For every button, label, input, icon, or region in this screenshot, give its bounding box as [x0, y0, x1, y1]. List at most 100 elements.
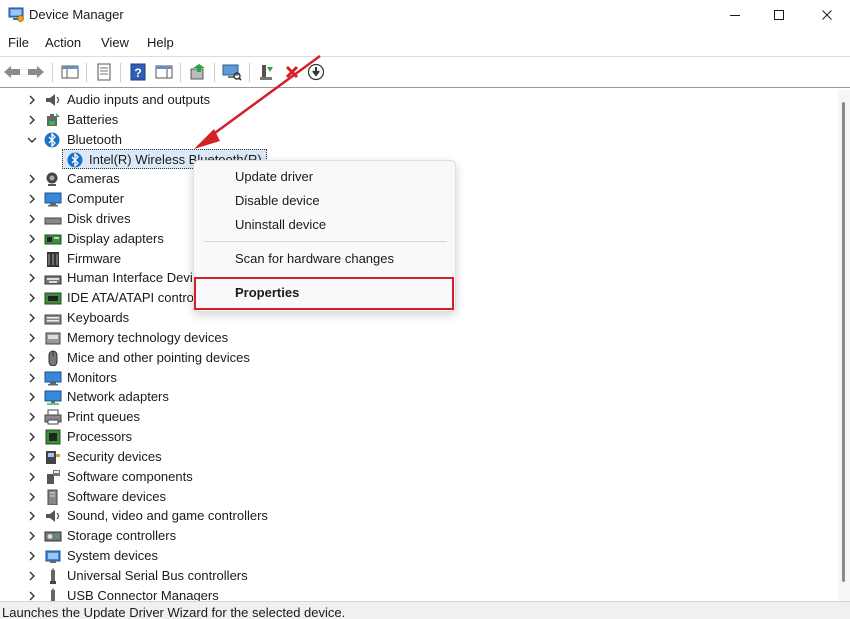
chevron-right-icon[interactable]: [25, 509, 39, 523]
show-action-pane-button[interactable]: [154, 62, 174, 82]
tree-category-mice-and-other-pointing-devices[interactable]: Mice and other pointing devices: [0, 348, 838, 368]
close-icon: [822, 10, 832, 20]
tree-category-audio-inputs-and-outputs[interactable]: Audio inputs and outputs: [0, 90, 838, 110]
close-button[interactable]: [804, 0, 850, 30]
chevron-right-icon[interactable]: [25, 351, 39, 365]
window-title: Device Manager: [29, 7, 124, 22]
tree-category-batteries[interactable]: Batteries: [0, 110, 838, 130]
chevron-right-icon[interactable]: [25, 271, 39, 285]
title-bar: Device Manager: [0, 0, 850, 30]
tree-category-processors[interactable]: Processors: [0, 427, 838, 447]
scrollbar-thumb[interactable]: [842, 102, 845, 582]
enable-device-toolbar-button[interactable]: [257, 62, 277, 82]
svg-text:?: ?: [134, 66, 141, 80]
menu-help[interactable]: Help: [147, 35, 174, 50]
show-hide-tree-button[interactable]: [60, 62, 80, 82]
status-bar: Launches the Update Driver Wizard for th…: [0, 601, 850, 619]
chevron-right-icon[interactable]: [25, 450, 39, 464]
properties-button[interactable]: [94, 62, 114, 82]
tree-category-label: Computer: [67, 191, 125, 206]
chevron-right-icon[interactable]: [25, 410, 39, 424]
menu-view[interactable]: View: [101, 35, 129, 50]
tree-category-label: Keyboards: [67, 310, 130, 325]
uninstall-device-toolbar-button[interactable]: [282, 62, 302, 82]
keyboard-hid-icon: [44, 275, 62, 285]
forward-button[interactable]: [26, 62, 46, 82]
chevron-right-icon[interactable]: [25, 430, 39, 444]
toolbar-separator: [52, 63, 53, 82]
chevron-right-icon[interactable]: [25, 172, 39, 186]
chevron-right-icon[interactable]: [25, 390, 39, 404]
chevron-down-icon[interactable]: [25, 133, 39, 147]
chevron-right-icon[interactable]: [25, 529, 39, 543]
chevron-right-icon[interactable]: [25, 490, 39, 504]
tree-category-label: Software components: [67, 469, 193, 484]
display-adapter-icon: [44, 234, 62, 245]
security-icon: [46, 451, 60, 464]
vertical-scrollbar[interactable]: [838, 90, 850, 601]
battery-icon: [47, 113, 60, 126]
toolbar-separator: [214, 63, 215, 82]
tree-category-label: Firmware: [67, 251, 122, 266]
chevron-right-icon[interactable]: [25, 470, 39, 484]
tree-category-security-devices[interactable]: Security devices: [0, 447, 838, 467]
help-button[interactable]: ?: [128, 62, 148, 82]
tree-category-storage-controllers[interactable]: Storage controllers: [0, 526, 838, 546]
chevron-right-icon[interactable]: [25, 569, 39, 583]
tree-category-bluetooth[interactable]: Bluetooth: [0, 130, 838, 150]
software-component-icon: [47, 470, 60, 484]
usb-icon: [51, 588, 55, 601]
chevron-right-icon[interactable]: [25, 113, 39, 127]
tree-category-system-devices[interactable]: System devices: [0, 546, 838, 566]
chevron-right-icon[interactable]: [25, 291, 39, 305]
tree-category-usb-connector-managers[interactable]: USB Connector Managers: [0, 586, 838, 601]
chevron-right-icon[interactable]: [25, 93, 39, 107]
chevron-right-icon[interactable]: [25, 192, 39, 206]
forward-arrow-icon: [28, 66, 44, 78]
tree-category-universal-serial-bus-controllers[interactable]: Universal Serial Bus controllers: [0, 566, 838, 586]
tree-category-print-queues[interactable]: Print queues: [0, 407, 838, 427]
context-uninstall-device[interactable]: Uninstall device: [235, 217, 326, 232]
tree-category-software-components[interactable]: Software components: [0, 467, 838, 487]
processor-icon: [45, 429, 61, 445]
minimize-icon: [730, 15, 740, 16]
chevron-right-icon[interactable]: [25, 589, 39, 601]
update-driver-toolbar-button[interactable]: [188, 62, 208, 82]
toolbar: ?: [0, 56, 850, 88]
chevron-right-icon[interactable]: [25, 549, 39, 563]
context-update-driver[interactable]: Update driver: [235, 169, 313, 184]
tree-category-label: Security devices: [67, 449, 162, 464]
chevron-right-icon[interactable]: [25, 331, 39, 345]
network-icon: [44, 390, 62, 405]
tree-category-monitors[interactable]: Monitors: [0, 368, 838, 388]
tree-category-label: Processors: [67, 429, 133, 444]
chevron-right-icon[interactable]: [25, 371, 39, 385]
mouse-icon: [48, 350, 58, 366]
menu-file[interactable]: File: [8, 35, 29, 50]
toolbar-separator: [120, 63, 121, 82]
bluetooth-icon: [67, 152, 83, 168]
tree-category-network-adapters[interactable]: Network adapters: [0, 387, 838, 407]
tree-category-label: Cameras: [67, 171, 120, 186]
minimize-button[interactable]: [712, 0, 758, 30]
tree-category-label: Batteries: [67, 112, 119, 127]
maximize-button[interactable]: [756, 0, 802, 30]
context-scan-hardware[interactable]: Scan for hardware changes: [235, 251, 394, 266]
scan-hardware-toolbar-button[interactable]: [222, 62, 242, 82]
tree-category-software-devices[interactable]: Software devices: [0, 487, 838, 507]
context-disable-device[interactable]: Disable device: [235, 193, 320, 208]
printer-icon: [44, 409, 62, 425]
chevron-right-icon[interactable]: [25, 252, 39, 266]
chevron-right-icon[interactable]: [25, 212, 39, 226]
back-button[interactable]: [2, 62, 22, 82]
tree-category-memory-technology-devices[interactable]: Memory technology devices: [0, 328, 838, 348]
tree-category-sound-video-and-game-controllers[interactable]: Sound, video and game controllers: [0, 506, 838, 526]
menu-action[interactable]: Action: [45, 35, 81, 50]
tree-category-label: USB Connector Managers: [67, 588, 219, 601]
chevron-right-icon[interactable]: [25, 232, 39, 246]
chevron-right-icon[interactable]: [25, 311, 39, 325]
bluetooth-icon: [44, 132, 60, 148]
tree-category-label: Sound, video and game controllers: [67, 508, 268, 523]
download-driver-toolbar-button[interactable]: [306, 62, 326, 82]
tree-category-label: Bluetooth: [67, 132, 122, 147]
